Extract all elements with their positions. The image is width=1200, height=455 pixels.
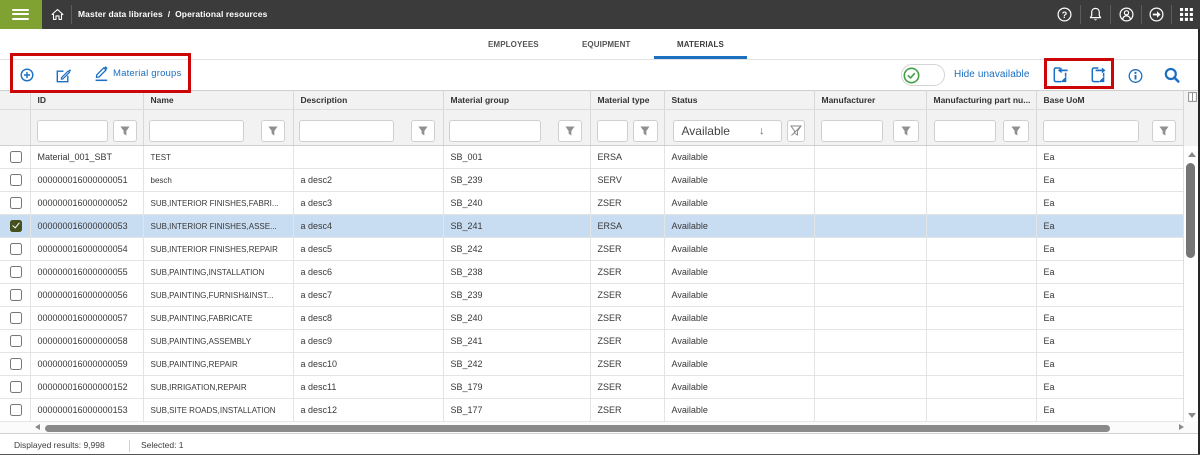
svg-text:?: ? [1062,10,1068,20]
